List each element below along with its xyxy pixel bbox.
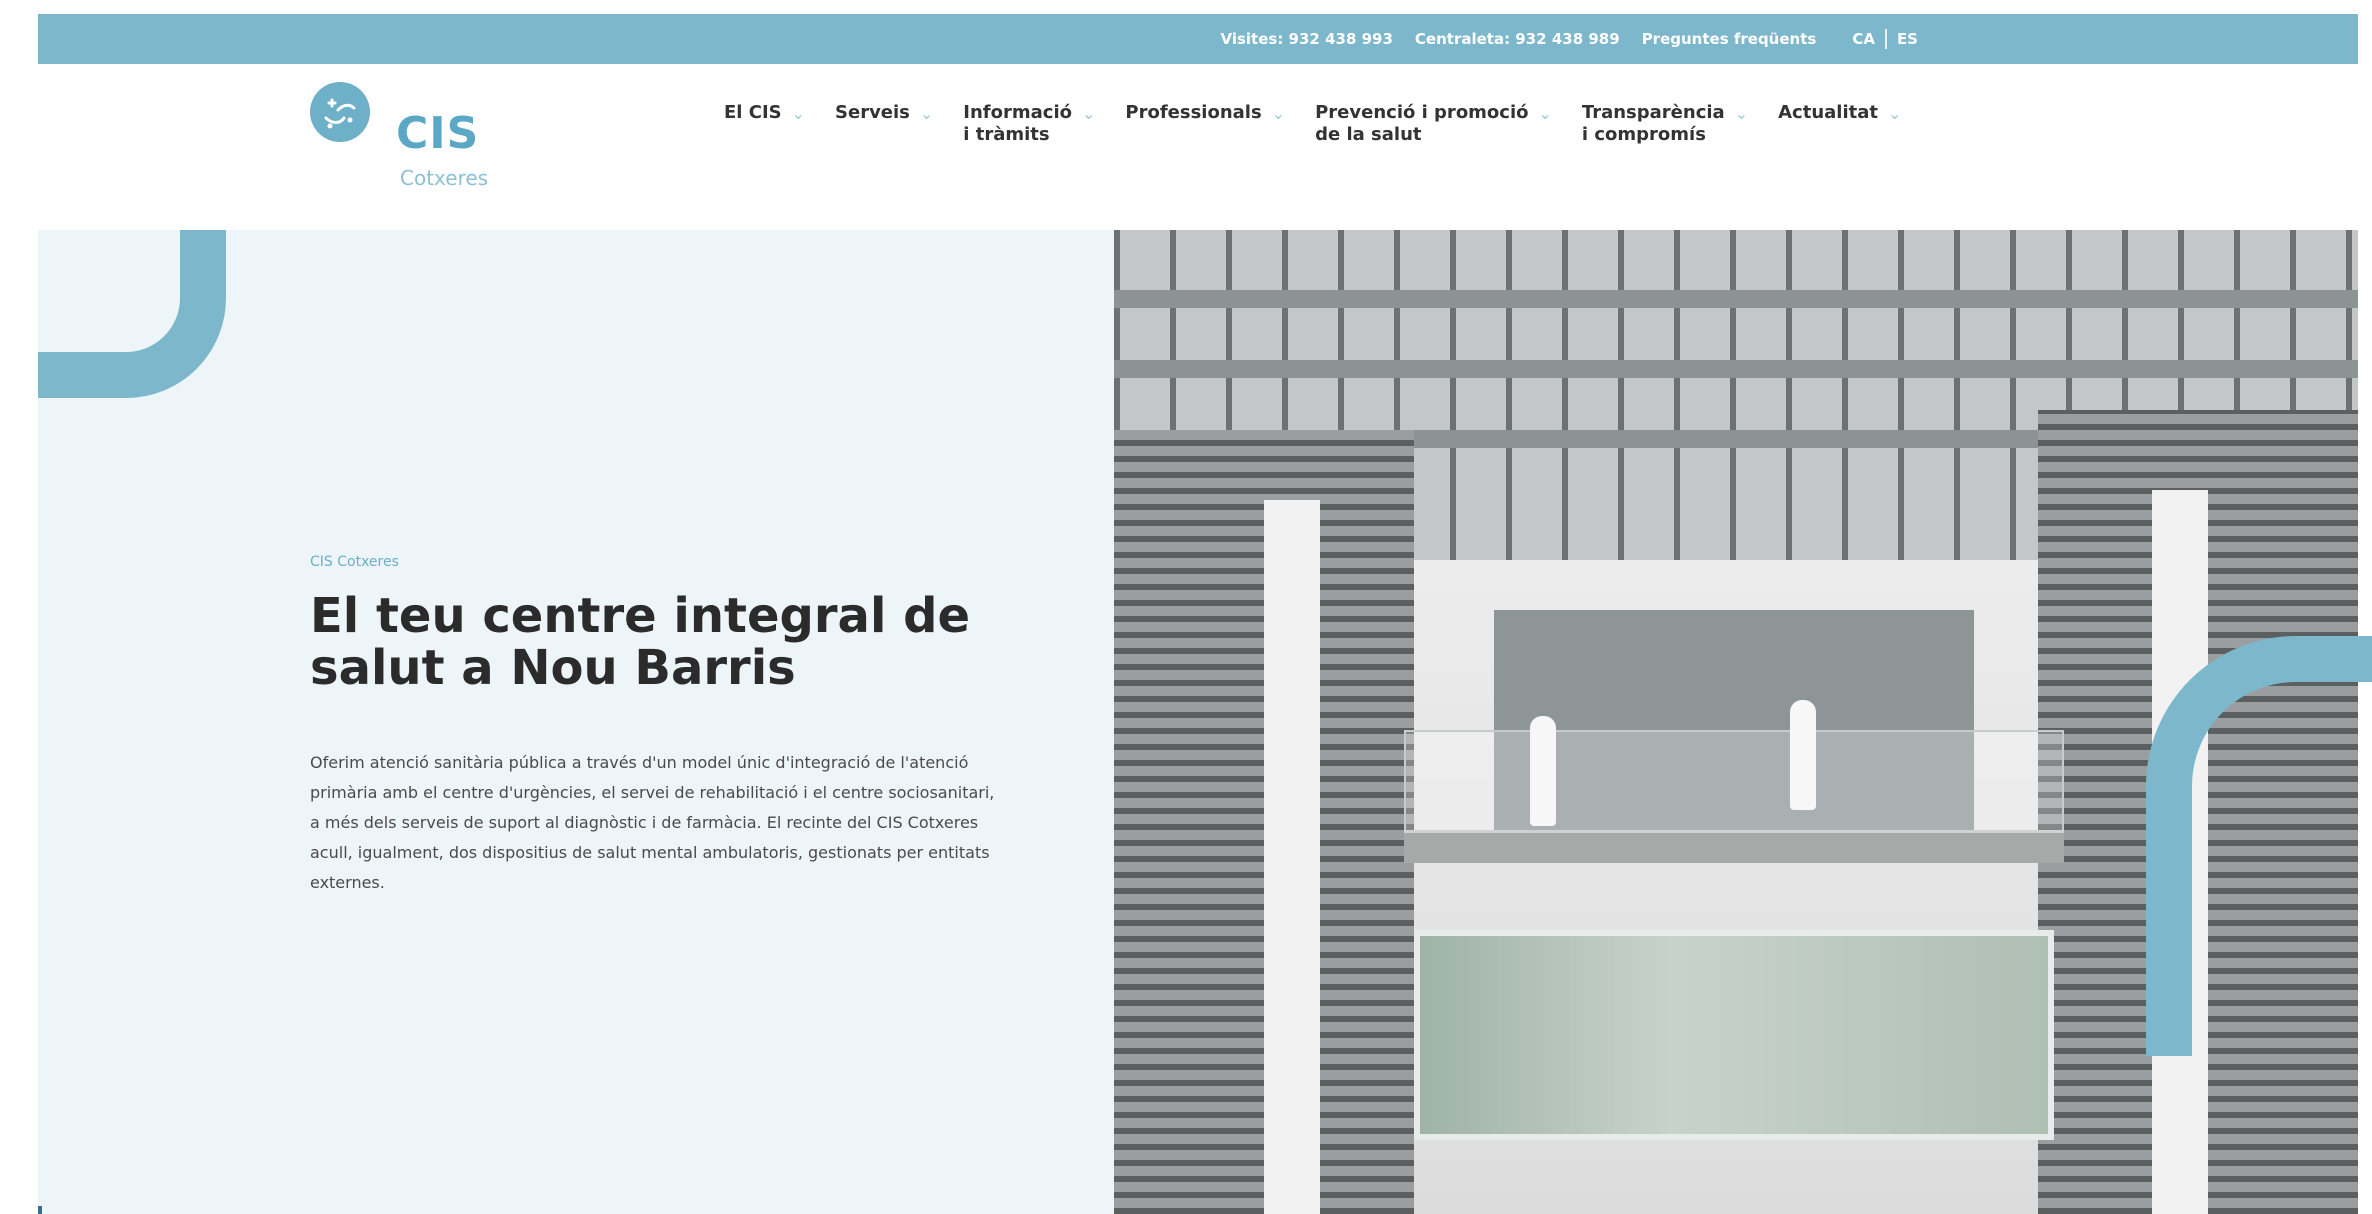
nav-label: Serveis <box>835 102 910 123</box>
nav-item-prevencio[interactable]: Prevenció i promoció de la salut ⌄ <box>1315 102 1552 146</box>
language-ca[interactable]: CA <box>1852 30 1875 48</box>
hero-section: CIS Cotxeres El teu centre integral de s… <box>38 230 2358 1214</box>
decorative-arc-bottom <box>2146 636 2372 1056</box>
nav-label: El CIS <box>724 102 782 123</box>
photo-glass-wall <box>1414 930 2054 1140</box>
photo-person <box>1530 716 1556 826</box>
chevron-down-icon: ⌄ <box>1887 104 1902 123</box>
photo-walkway <box>1404 830 2064 863</box>
photo-railing <box>1404 730 2064 830</box>
nav-item-professionals[interactable]: Professionals ⌄ <box>1125 102 1285 146</box>
page: Visites: 932 438 993 Centraleta: 932 438… <box>38 14 2372 1214</box>
nav-item-el-cis[interactable]: El CIS ⌄ <box>724 102 805 146</box>
main-nav: El CIS ⌄ Serveis ⌄ Informació i tràmits … <box>724 102 1901 146</box>
nav-label: Transparència <box>1581 102 1725 123</box>
chevron-down-icon: ⌄ <box>791 104 806 123</box>
nav-label: Professionals <box>1125 102 1262 123</box>
chevron-down-icon: ⌄ <box>1271 104 1286 123</box>
decorative-mark <box>38 1206 42 1214</box>
faq-link[interactable]: Preguntes freqüents <box>1642 30 1817 48</box>
nav-item-transparencia[interactable]: Transparència i compromís ⌄ <box>1582 102 1748 146</box>
language-es[interactable]: ES <box>1897 30 1918 48</box>
photo-person <box>1790 700 1816 810</box>
photo-ceiling-beam <box>1114 290 2358 308</box>
chevron-down-icon: ⌄ <box>919 104 934 123</box>
logo-subtitle: Cotxeres <box>400 166 489 190</box>
visits-phone-link[interactable]: Visites: 932 438 993 <box>1220 30 1392 48</box>
switchboard-phone-link[interactable]: Centraleta: 932 438 989 <box>1415 30 1620 48</box>
top-info-bar: Visites: 932 438 993 Centraleta: 932 438… <box>38 14 2358 64</box>
nav-label: Prevenció i promoció <box>1315 102 1529 123</box>
logo-mark-icon <box>310 82 370 142</box>
hero-kicker: CIS Cotxeres <box>310 554 399 570</box>
site-logo[interactable]: CIS Cotxeres <box>310 82 510 192</box>
chevron-down-icon: ⌄ <box>1082 104 1096 123</box>
nav-label: Actualitat <box>1778 102 1878 123</box>
nav-item-actualitat[interactable]: Actualitat ⌄ <box>1778 102 1901 146</box>
photo-column <box>1264 500 1320 1214</box>
language-separator <box>1884 29 1887 49</box>
decorative-arc <box>38 230 226 398</box>
hero-title: El teu centre integral de salut a Nou Ba… <box>310 588 971 696</box>
nav-item-informacio[interactable]: Informació i tràmits ⌄ <box>963 102 1095 146</box>
photo-ceiling-beam <box>1114 360 2358 378</box>
nav-item-serveis[interactable]: Serveis ⌄ <box>835 102 933 146</box>
chevron-down-icon: ⌄ <box>1734 104 1749 123</box>
logo-mark-svg <box>324 98 356 129</box>
hero-description: Oferim atenció sanitària pública a travé… <box>310 753 995 892</box>
top-links: Visites: 932 438 993 Centraleta: 932 438… <box>1220 14 1918 64</box>
nav-label-line2: de la salut <box>1315 124 1422 145</box>
chevron-down-icon: ⌄ <box>1538 104 1552 123</box>
nav-label-line2: i tràmits <box>963 124 1050 145</box>
site-header: CIS Cotxeres El CIS ⌄ Serveis ⌄ Informac… <box>38 64 2358 230</box>
nav-label-line2: i compromís <box>1581 124 1706 145</box>
logo-name: CIS <box>396 108 480 159</box>
hero-text-panel: CIS Cotxeres El teu centre integral de s… <box>38 230 1114 1214</box>
nav-label: Informació <box>963 102 1072 123</box>
language-switcher: CA ES <box>1852 29 1918 49</box>
